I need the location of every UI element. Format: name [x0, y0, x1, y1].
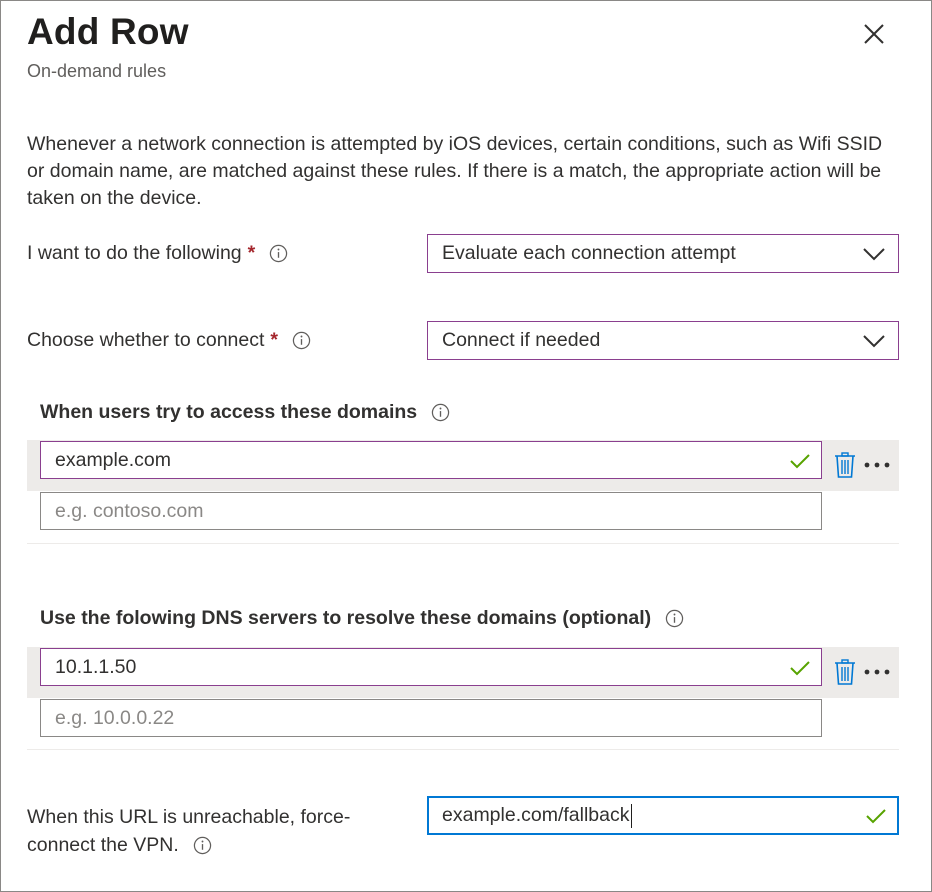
dns-input-value: 10.1.1.50 [55, 655, 137, 678]
more-options-icon[interactable] [863, 668, 891, 676]
checkmark-icon [790, 661, 810, 676]
info-icon[interactable] [292, 331, 311, 350]
action-dropdown[interactable]: Evaluate each connection attempt [427, 234, 899, 273]
action-field-label: I want to do the following * [27, 242, 288, 265]
domain-input[interactable]: example.com [40, 441, 822, 479]
connect-dropdown[interactable]: Connect if needed [427, 321, 899, 360]
section-divider [27, 543, 899, 544]
add-row-panel: Add Row On-demand rules Whenever a netwo… [0, 0, 932, 892]
info-icon[interactable] [193, 836, 212, 855]
info-icon[interactable] [269, 244, 288, 263]
fallback-label: When this URL is unreachable, force- con… [27, 803, 387, 859]
fallback-label-line2-wrap: connect the VPN. [27, 831, 387, 859]
dns-heading-text: Use the folowing DNS servers to resolve … [40, 607, 652, 629]
chevron-down-icon [863, 335, 885, 348]
domain-placeholder: e.g. contoso.com [55, 499, 204, 522]
panel-subtitle: On-demand rules [27, 61, 167, 81]
chevron-down-icon [863, 248, 885, 261]
required-marker: * [270, 329, 278, 351]
text-caret [630, 803, 632, 828]
close-icon[interactable] [859, 19, 889, 49]
rules-description: Whenever a network connection is attempt… [27, 133, 883, 209]
panel-title: Add Row [27, 11, 189, 52]
section-divider [27, 749, 899, 750]
domains-heading-text: When users try to access these domains [40, 401, 418, 423]
fallback-label-line1: When this URL is unreachable, force- [27, 806, 351, 828]
connect-field-label: Choose whether to connect * [27, 329, 311, 352]
info-icon[interactable] [431, 403, 450, 422]
connect-dropdown-value: Connect if needed [442, 329, 601, 351]
fallback-url-value: example.com/fallback [442, 804, 630, 826]
checkmark-icon [790, 454, 810, 469]
trash-icon[interactable] [834, 659, 856, 685]
domain-input-value: example.com [55, 448, 171, 471]
action-dropdown-value: Evaluate each connection attempt [442, 242, 736, 264]
dns-input[interactable]: 10.1.1.50 [40, 648, 822, 686]
trash-icon[interactable] [834, 452, 856, 478]
checkmark-icon [866, 809, 886, 824]
domains-heading: When users try to access these domains [40, 401, 450, 424]
fallback-label-line2: connect the VPN. [27, 834, 179, 856]
action-label-text: I want to do the following [27, 242, 242, 264]
domain-new-input[interactable]: e.g. contoso.com [40, 492, 822, 530]
connect-label-text: Choose whether to connect [27, 329, 265, 351]
dns-new-input[interactable]: e.g. 10.0.0.22 [40, 699, 822, 737]
required-marker: * [247, 242, 256, 264]
info-icon[interactable] [665, 609, 684, 628]
dns-placeholder: e.g. 10.0.0.22 [55, 706, 175, 729]
fallback-url-input[interactable]: example.com/fallback [427, 796, 899, 835]
more-options-icon[interactable] [863, 461, 891, 469]
dns-heading: Use the folowing DNS servers to resolve … [40, 607, 684, 630]
